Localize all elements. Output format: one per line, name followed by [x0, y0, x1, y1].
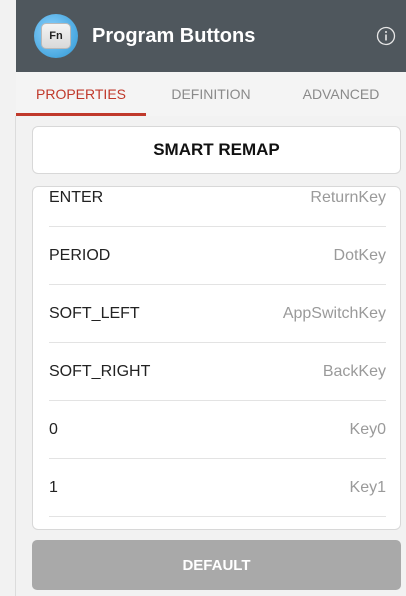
app-icon: Fn [34, 14, 78, 58]
mapping-value: DotKey [333, 246, 386, 264]
list-item[interactable]: PERIOD DotKey [49, 227, 386, 285]
list-item[interactable]: SOFT_RIGHT BackKey [49, 343, 386, 401]
list-item[interactable]: 1 Key1 [49, 459, 386, 517]
left-divider [15, 116, 16, 596]
app-bar: Fn Program Buttons [16, 0, 406, 72]
list-item[interactable]: 0 Key0 [49, 401, 386, 459]
mapping-key: SOFT_RIGHT [49, 362, 151, 380]
tab-advanced[interactable]: ADVANCED [276, 72, 406, 116]
info-icon[interactable] [376, 26, 396, 46]
mapping-key: ENTER [49, 188, 104, 206]
mapping-value: AppSwitchKey [282, 304, 386, 322]
list-item[interactable]: ENTER ReturnKey [49, 187, 386, 227]
mapping-value: ReturnKey [310, 188, 386, 206]
tab-bar: PROPERTIES DEFINITION ADVANCED [16, 72, 406, 116]
mapping-value: Key0 [349, 420, 386, 438]
mapping-key: PERIOD [49, 246, 111, 264]
default-button[interactable]: DEFAULT [32, 540, 401, 590]
fn-key-icon: Fn [41, 23, 71, 49]
mapping-key: 0 [49, 420, 58, 438]
tab-definition[interactable]: DEFINITION [146, 72, 276, 116]
mapping-value: BackKey [322, 362, 386, 380]
mapping-key: 1 [49, 478, 58, 496]
mapping-key: SOFT_LEFT [49, 304, 140, 322]
smart-remap-button[interactable]: SMART REMAP [32, 126, 401, 174]
list-item[interactable]: SOFT_LEFT AppSwitchKey [49, 285, 386, 343]
tab-properties[interactable]: PROPERTIES [16, 72, 146, 116]
mapping-list[interactable]: ENTER ReturnKey PERIOD DotKey SOFT_LEFT … [32, 186, 401, 530]
mapping-value: Key1 [349, 478, 386, 496]
page-title: Program Buttons [92, 24, 256, 47]
